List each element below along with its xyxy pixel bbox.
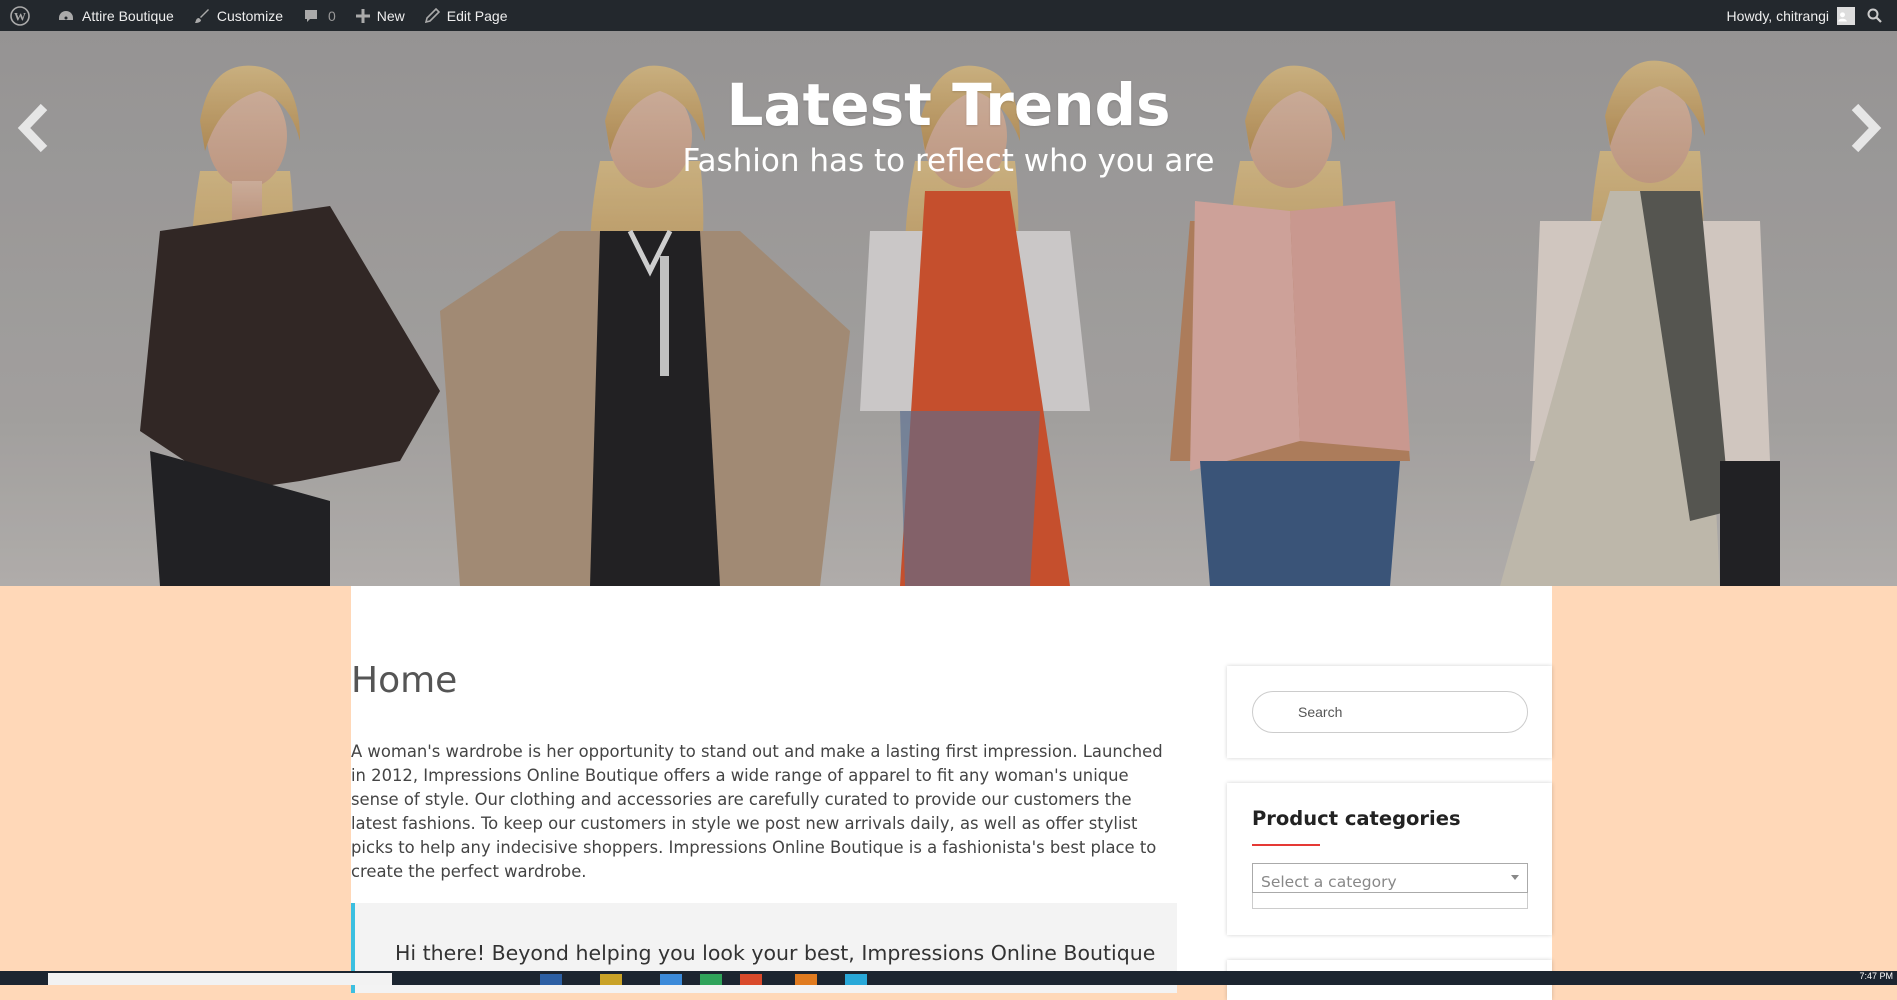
taskbar-app-icon[interactable] (700, 974, 722, 985)
hero-subtitle: Fashion has to reflect who you are (682, 143, 1215, 179)
pencil-icon (424, 8, 440, 23)
my-account-link[interactable]: Howdy, chitrangi (1717, 0, 1861, 31)
comment-icon (304, 9, 317, 22)
taskbar-app-icon[interactable] (600, 974, 622, 985)
howdy-label: Howdy, chitrangi (1726, 7, 1829, 24)
site-name-link[interactable]: Attire Boutique (47, 0, 184, 31)
hero-slider: Latest Trends Fashion has to reflect who… (0, 31, 1897, 586)
page-body-text: A woman's wardrobe is her opportunity to… (351, 742, 1163, 881)
edit-page-link[interactable]: Edit Page (415, 0, 518, 31)
select-dropdown-outline (1252, 893, 1528, 909)
brush-icon (194, 8, 209, 23)
blockquote-text: Hi there! Beyond helping you look your b… (395, 941, 1156, 965)
hero-title: Latest Trends (726, 71, 1171, 139)
taskbar-search-box[interactable] (48, 973, 392, 985)
svg-text:W: W (14, 9, 26, 23)
comments-count: 0 (327, 7, 336, 24)
customize-label: Customize (216, 7, 283, 24)
chevron-right-icon (1851, 103, 1882, 153)
new-label: New (376, 7, 405, 24)
comments-link[interactable]: 0 (293, 0, 346, 31)
avatar (1837, 6, 1855, 25)
admin-bar: W Attire Boutique Customize 0 New Edit P… (0, 0, 1897, 31)
product-categories-widget: Product categories Select a category (1227, 783, 1552, 935)
plus-icon (355, 8, 370, 23)
taskbar-app-icon[interactable] (740, 974, 762, 985)
dashboard-icon (59, 10, 73, 20)
taskbar-app-icon[interactable] (795, 974, 817, 985)
os-taskbar: 7:47 PM (0, 971, 1897, 985)
category-select-value: Select a category (1261, 873, 1397, 891)
category-select[interactable]: Select a category (1252, 863, 1528, 893)
search-input[interactable] (1252, 691, 1528, 733)
taskbar-app-icon[interactable] (845, 974, 867, 985)
title-underline (1252, 844, 1320, 846)
chevron-down-icon (1511, 875, 1519, 880)
slider-prev-button[interactable] (16, 103, 56, 153)
taskbar-clock: 7:47 PM (1859, 971, 1893, 981)
taskbar-app-icon[interactable] (660, 974, 682, 985)
site-name-label: Attire Boutique (82, 7, 174, 24)
edit-page-label: Edit Page (446, 7, 508, 24)
customize-link[interactable]: Customize (184, 0, 293, 31)
slider-next-button[interactable] (1843, 103, 1883, 153)
taskbar-app-icon[interactable] (540, 974, 562, 985)
chevron-left-icon (17, 103, 48, 153)
admin-search-icon[interactable] (1861, 0, 1897, 31)
page-title: Home (351, 660, 458, 701)
wordpress-logo-icon[interactable]: W (0, 0, 47, 31)
new-content-link[interactable]: New (346, 0, 415, 31)
search-widget (1227, 666, 1552, 758)
widget-title: Product categories (1252, 807, 1461, 830)
